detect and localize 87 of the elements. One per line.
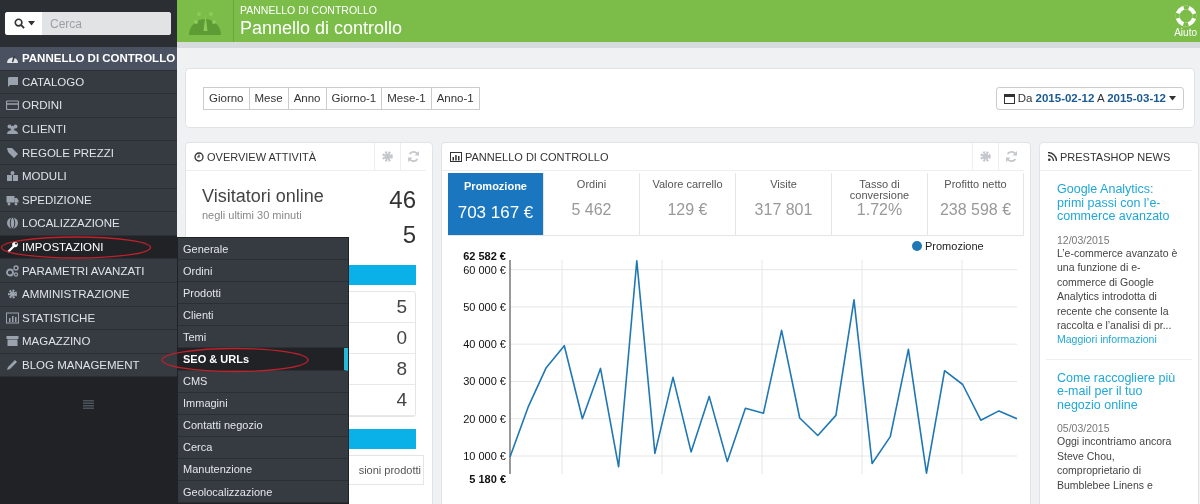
submenu-item[interactable]: Contatti negozio: [178, 414, 348, 437]
sidebar-item[interactable]: PANNELLO DI CONTROLLO: [0, 47, 177, 71]
search-icon[interactable]: [14, 18, 25, 29]
submenu-item[interactable]: Manutenzione: [178, 458, 348, 482]
sidebar-item[interactable]: STATISTICHE: [0, 306, 177, 331]
submenu-item[interactable]: Immagini: [178, 392, 348, 415]
submenu-item[interactable]: SEO & URLs: [178, 348, 348, 371]
kpi-tab[interactable]: Valore carrello 129 €: [640, 173, 736, 235]
sidebar-item[interactable]: MAGAZZINO: [0, 330, 177, 354]
archive-icon: [6, 335, 19, 348]
article-date: 05/03/2015: [1057, 422, 1111, 434]
caret-icon: [28, 21, 35, 26]
article-date: 12/03/2015: [1057, 233, 1111, 246]
lifebuoy-icon: [1174, 4, 1197, 27]
menu-icon[interactable]: [83, 400, 94, 410]
sidebar-item[interactable]: ORDINI: [0, 94, 177, 118]
kpi-tab[interactable]: Tasso di conversione 1.72%: [832, 173, 928, 235]
pencil-icon: [6, 359, 19, 371]
submenu-item[interactable]: Geolocalizzazione: [178, 481, 348, 504]
legend-label: Promozione: [925, 240, 984, 252]
rss-icon: [1048, 152, 1057, 161]
carts-count: 5: [402, 221, 416, 250]
visitors-note: negli ultimi 30 minuti: [202, 209, 303, 221]
puzzle-icon: [6, 170, 19, 183]
kpi-tab[interactable]: Ordini 5 462: [544, 173, 640, 235]
submenu-item[interactable]: Ordini: [178, 260, 348, 283]
submenu-item[interactable]: Cerca: [178, 436, 348, 459]
sidebar-item[interactable]: MODULI: [0, 164, 177, 189]
y-axis-label: 40 000 €: [463, 338, 506, 351]
sidebar-item[interactable]: AMMINISTRAZIONE: [0, 282, 177, 307]
y-axis-label: 20 000 €: [463, 412, 506, 425]
y-axis-label: 30 000 €: [463, 375, 506, 388]
y-axis-label: 5 180 €: [469, 473, 506, 485]
period-button[interactable]: Mese-1: [381, 86, 432, 110]
wrench-icon: [6, 241, 19, 254]
sidebar-item[interactable]: BLOG MANAGEMENT: [0, 353, 177, 378]
period-button[interactable]: Anno-1: [430, 86, 480, 110]
calendar-icon: [1003, 92, 1015, 104]
settings-icon: [979, 150, 992, 163]
chart-legend: Promozione: [912, 240, 984, 252]
sidebar-item[interactable]: PARAMETRI AVANZATI: [0, 259, 177, 283]
globe-icon: [6, 217, 19, 230]
kpi-tab[interactable]: Visite 317 801: [736, 173, 832, 235]
kpi-tab[interactable]: Profitto netto 238 598 €: [928, 173, 1024, 235]
y-axis-label: 10 000 €: [463, 450, 506, 463]
refresh-icon: [407, 150, 420, 163]
refresh-icon: [1005, 150, 1018, 163]
sidebar-item[interactable]: LOCALIZZAZIONE: [0, 212, 177, 236]
clock-icon: [194, 151, 204, 162]
page-title: Pannello di controllo: [240, 16, 403, 39]
period-button[interactable]: Giorno-1: [325, 86, 383, 110]
y-axis-label: 62 582 €: [463, 250, 506, 262]
date-range-button[interactable]: Da 2015-02-12 A 2015-03-12: [995, 86, 1184, 110]
y-axis-label: 60 000 €: [463, 263, 506, 276]
article-text: L’e-commerce avanzato è una funzione di e-commerce di Google Analytics introdotta di recente che consente la raccolta e l’analisi di pr...: [1057, 245, 1179, 333]
visitors-label: Visitatori online: [202, 186, 324, 207]
product-stat-label: sioni prodotti: [358, 464, 421, 476]
kpi-tab[interactable]: Promozione 703 167 €: [448, 173, 544, 235]
period-button[interactable]: Anno: [287, 86, 327, 110]
article-text: Oggi incontriamo ancora Steve Chou, comproprietario di Bumblebee Linens e: [1057, 434, 1173, 492]
sidebar-item[interactable]: CATALOGO: [0, 70, 177, 95]
period-button[interactable]: Giorno: [203, 86, 250, 110]
panel-title: OVERVIEW ATTIVITÀ: [207, 150, 316, 163]
sidebar-item[interactable]: IMPOSTAZIONI: [0, 235, 177, 260]
panel-title: PANNELLO DI CONTROLLO: [465, 150, 609, 163]
breadcrumb: PANNELLO DI CONTROLLO: [240, 3, 378, 17]
visitors-count: 46: [389, 186, 416, 214]
panel-title: PRESTASHOP NEWS: [1060, 150, 1171, 163]
chart-icon: [6, 311, 19, 324]
settings-icon: [381, 150, 394, 163]
submenu-item[interactable]: Prodotti: [178, 282, 348, 305]
gear-icon: [6, 288, 19, 301]
period-button[interactable]: Mese: [248, 86, 289, 110]
tag-icon: [6, 146, 19, 159]
bar-chart-icon: [450, 151, 462, 162]
submenu-item[interactable]: CMS: [178, 370, 348, 393]
submenu-item[interactable]: Clienti: [178, 304, 348, 327]
sidebar-item[interactable]: REGOLE PREZZI: [0, 141, 177, 165]
card-icon: [6, 99, 19, 112]
gears-icon: [6, 264, 19, 277]
search-field[interactable]: Cerca: [5, 12, 171, 35]
y-axis-label: 50 000 €: [463, 300, 506, 313]
sidebar-item[interactable]: SPEDIZIONE: [0, 188, 177, 213]
caret-icon: [1169, 95, 1176, 101]
truck-icon: [6, 193, 19, 206]
sidebar-item[interactable]: CLIENTI: [0, 117, 177, 142]
submenu-item[interactable]: Generale: [178, 238, 348, 261]
